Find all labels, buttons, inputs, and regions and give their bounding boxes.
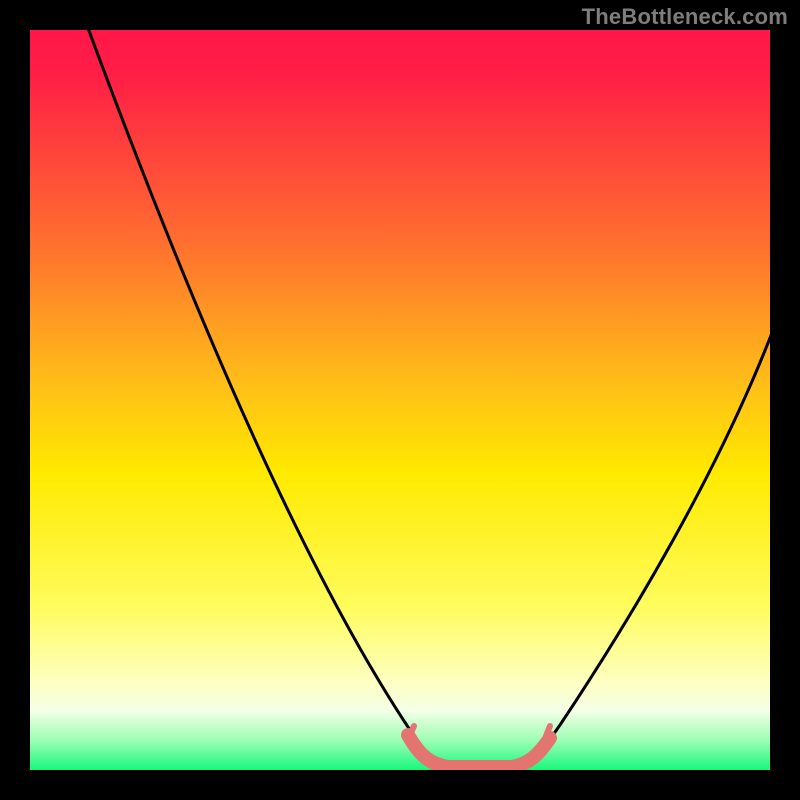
bottleneck-curve [85, 30, 770, 768]
optimal-band-tick-left [410, 726, 414, 735]
curve-layer [30, 30, 770, 770]
watermark-text: TheBottleneck.com [582, 4, 788, 30]
plot-area [30, 30, 770, 770]
optimal-band-tick-right [546, 726, 550, 736]
chart-frame: TheBottleneck.com [0, 0, 800, 800]
optimal-band-marker [408, 735, 550, 767]
